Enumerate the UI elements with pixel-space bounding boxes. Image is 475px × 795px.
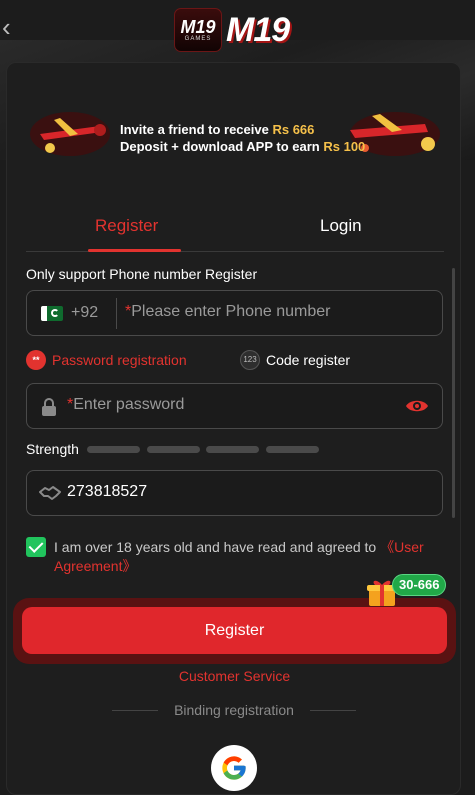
pakistan-flag-icon xyxy=(41,306,63,321)
agreement-checkbox[interactable] xyxy=(26,537,46,557)
field-divider xyxy=(116,298,117,329)
password-placeholder: Enter password xyxy=(73,396,185,413)
code-mode-icon: 123 xyxy=(240,350,260,370)
active-tab-indicator xyxy=(88,249,181,252)
strength-bar-2 xyxy=(147,446,200,453)
invite-code-input[interactable]: 273818527 xyxy=(67,483,147,501)
banner-amount-2: Rs 100 xyxy=(323,139,366,154)
phone-placeholder: Please enter Phone number xyxy=(131,303,331,320)
password-mode-icon: ** xyxy=(26,350,46,370)
google-icon xyxy=(222,756,246,780)
register-button[interactable]: Register xyxy=(22,607,447,654)
code-mode-label: Code register xyxy=(266,352,351,368)
eye-icon[interactable] xyxy=(405,396,429,416)
scrollbar[interactable] xyxy=(452,268,455,518)
google-login-button[interactable] xyxy=(211,745,257,791)
banner-line-2: Deposit + download APP to earn Rs 100 xyxy=(120,139,366,154)
tab-register[interactable]: Register xyxy=(95,216,158,236)
logo-badge: M19 GAMES xyxy=(174,8,222,52)
logo-badge-sub: GAMES xyxy=(184,36,212,42)
banner-line-1: Invite a friend to receive Rs 666 xyxy=(120,122,315,137)
country-code[interactable]: +92 xyxy=(71,304,98,322)
lock-icon xyxy=(42,398,56,416)
strength-bar-4 xyxy=(266,446,319,453)
code-register-option[interactable]: 123 Code register xyxy=(240,350,350,370)
handshake-icon xyxy=(39,486,61,500)
binding-divider: Binding registration xyxy=(112,702,356,720)
password-field[interactable]: *Enter password xyxy=(26,383,443,429)
back-chevron-icon[interactable]: ‹ xyxy=(2,14,22,42)
strength-bar-3 xyxy=(206,446,259,453)
top-bar: ‹ M19 GAMES M19 xyxy=(0,0,475,56)
phone-input[interactable]: *Please enter Phone number xyxy=(125,303,425,321)
support-label: Only support Phone number Register xyxy=(26,266,258,282)
password-input[interactable]: *Enter password xyxy=(67,396,397,414)
m19-logo: M19 GAMES M19 xyxy=(174,8,290,52)
auth-tabs: Register Login xyxy=(26,206,444,252)
promo-banner[interactable]: Invite a friend to receive Rs 666 Deposi… xyxy=(30,104,445,166)
gift-badge[interactable]: 30-666 xyxy=(392,574,447,596)
password-registration-option[interactable]: ** Password registration xyxy=(26,350,187,370)
tab-login[interactable]: Login xyxy=(320,216,362,236)
logo-badge-text: M19 xyxy=(180,17,216,37)
strength-label: Strength xyxy=(26,441,79,457)
password-mode-label: Password registration xyxy=(52,352,187,368)
divider-line-right xyxy=(310,710,356,711)
strength-bar-1 xyxy=(87,446,140,453)
invite-code-field[interactable]: 273818527 xyxy=(26,470,443,516)
agreement-text: I am over 18 years old and have read and… xyxy=(54,539,424,574)
customer-service-link[interactable]: Customer Service xyxy=(0,668,469,684)
banner-amount-1: Rs 666 xyxy=(272,122,315,137)
phone-field[interactable]: +92 *Please enter Phone number xyxy=(26,290,443,336)
logo-wordmark: M19 xyxy=(226,10,290,49)
